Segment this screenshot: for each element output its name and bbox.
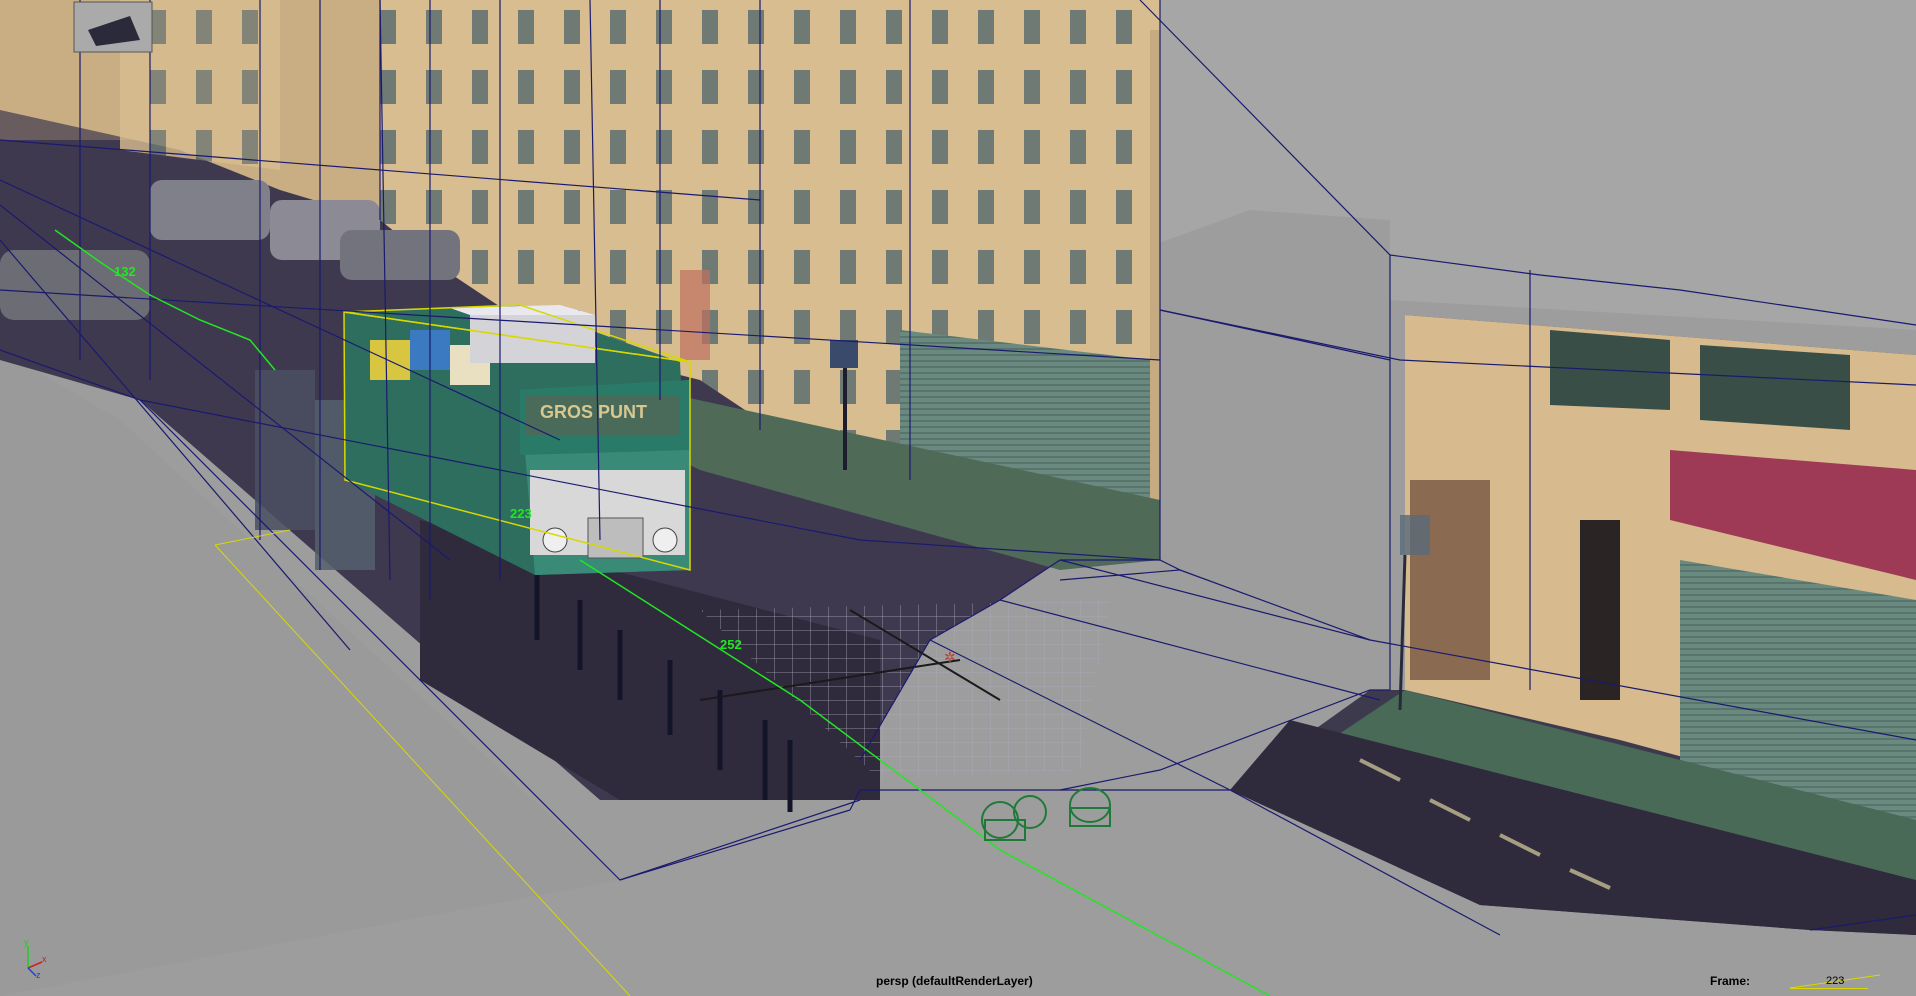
path-label-132: 132	[114, 264, 136, 279]
scene-canvas[interactable]: GROS PUNT ✲	[0, 0, 1916, 996]
axis-gizmo-icon: y x z	[24, 938, 47, 978]
bus-destination-sign: GROS PUNT	[540, 402, 647, 422]
bus-shelter	[255, 370, 315, 530]
svg-text:y: y	[24, 938, 29, 947]
path-label-252: 252	[720, 637, 742, 652]
frame-label: Frame:	[1710, 974, 1751, 988]
svg-text:z: z	[36, 970, 41, 978]
svg-text:x: x	[42, 954, 47, 964]
view-thumbnail-icon[interactable]	[73, 1, 153, 53]
camera-name-label: persp (defaultRenderLayer)	[876, 974, 1033, 988]
path-label-223: 223	[510, 506, 532, 521]
origin-marker: ✲	[944, 649, 956, 665]
svg-text:✲: ✲	[944, 649, 956, 665]
frame-value: 223	[1826, 975, 1845, 987]
frame-underline	[1790, 988, 1868, 989]
maya-3d-viewport[interactable]: GROS PUNT ✲ 132 223 252 y x z persp (def…	[0, 0, 1916, 996]
